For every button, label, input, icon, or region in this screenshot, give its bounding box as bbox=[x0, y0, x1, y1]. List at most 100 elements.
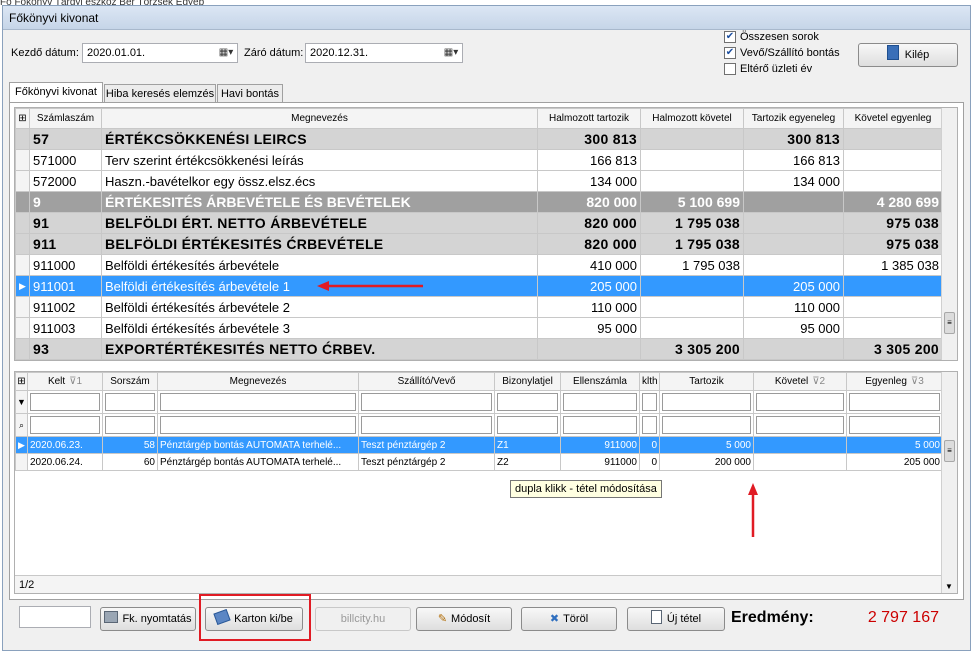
filter-cell[interactable] bbox=[157, 390, 359, 414]
karton-toggle-label: Karton ki/be bbox=[234, 613, 293, 625]
start-date-field[interactable]: 2020.01.01. ▦▾ bbox=[82, 43, 238, 63]
account-row[interactable]: 571000 Terv szerint értékcsökkenési leírá… bbox=[15, 149, 943, 171]
entry-date: 2020.06.24. bbox=[27, 453, 103, 471]
cum-credit bbox=[640, 296, 744, 318]
tab-monthly-split[interactable]: Havi bontás bbox=[217, 84, 283, 103]
account-code: 572000 bbox=[29, 170, 102, 192]
blank-input[interactable] bbox=[19, 606, 91, 628]
account-row[interactable]: 911003 Belföldi értékesítés árbevétele 39… bbox=[15, 317, 943, 339]
cum-credit: 1 795 038 bbox=[640, 254, 744, 276]
filter-cell[interactable] bbox=[27, 390, 103, 414]
search-cell[interactable] bbox=[753, 413, 847, 437]
debit-balance: 166 813 bbox=[743, 149, 844, 171]
entry-document-code: Z2 bbox=[494, 453, 561, 471]
account-row[interactable]: 9 ÉRTÉKESITÉS ÁRBEVÉTELE ÉS BEVÉTELEK 820 … bbox=[15, 191, 943, 213]
filter-cell[interactable] bbox=[659, 390, 754, 414]
search-cell[interactable] bbox=[157, 413, 359, 437]
col-header-detail[interactable]: Szállító/Vevő bbox=[358, 372, 495, 391]
col-header-detail[interactable]: Követel ⊽2 bbox=[753, 372, 847, 391]
col-header-detail[interactable]: Tartozik bbox=[659, 372, 754, 391]
accounts-scrollbar[interactable]: ≡ bbox=[941, 108, 957, 360]
entry-document-code: Z1 bbox=[494, 436, 561, 454]
new-document-icon bbox=[650, 610, 662, 624]
col-header-detail[interactable]: Megnevezés bbox=[157, 372, 359, 391]
total-rows-label: Összesen sorok bbox=[740, 31, 819, 43]
print-ledger-button[interactable]: Fk. nyomtatás bbox=[100, 607, 196, 631]
cum-credit: 1 795 038 bbox=[640, 233, 744, 255]
cum-credit bbox=[640, 149, 744, 171]
search-cell[interactable] bbox=[560, 413, 640, 437]
cum-credit: 3 305 200 bbox=[640, 338, 744, 360]
tab-ledger-summary[interactable]: Főkönyvi kivonat bbox=[9, 82, 103, 103]
search-cell[interactable] bbox=[27, 413, 103, 437]
col-header-credit-balance[interactable]: Követel egyenleg bbox=[843, 108, 943, 129]
col-header-debit-balance[interactable]: Tartozik egyeneleg bbox=[743, 108, 844, 129]
column-chooser-icon[interactable]: ⊞ bbox=[15, 372, 28, 391]
cum-debit bbox=[537, 338, 641, 360]
col-header-detail[interactable]: Egyenleg ⊽3 bbox=[846, 372, 943, 391]
account-row[interactable]: 911002 Belföldi értékesítés árbevétele 21… bbox=[15, 296, 943, 318]
print-ledger-label: Fk. nyomtatás bbox=[122, 613, 192, 625]
filter-cell[interactable] bbox=[102, 390, 158, 414]
col-header-detail[interactable]: klth bbox=[639, 372, 660, 391]
cum-debit: 820 000 bbox=[537, 233, 641, 255]
end-date-field[interactable]: 2020.12.31. ▦▾ bbox=[305, 43, 463, 63]
exit-button[interactable]: Kilép bbox=[858, 43, 958, 67]
different-fiscal-year-checkbox[interactable] bbox=[724, 63, 736, 75]
scroll-thumb[interactable]: ≡ bbox=[944, 440, 955, 462]
col-header-detail[interactable]: Sorszám bbox=[102, 372, 158, 391]
search-cell[interactable] bbox=[358, 413, 495, 437]
customer-supplier-split-checkbox[interactable]: ✔ bbox=[724, 47, 736, 59]
col-header-cum-debit[interactable]: Halmozott tartozik bbox=[537, 108, 641, 129]
filter-cell[interactable] bbox=[560, 390, 640, 414]
search-cell[interactable] bbox=[102, 413, 158, 437]
search-cell[interactable] bbox=[846, 413, 943, 437]
search-cell[interactable] bbox=[639, 413, 660, 437]
new-item-button[interactable]: Új tétel bbox=[627, 607, 725, 631]
filter-cell[interactable] bbox=[494, 390, 561, 414]
account-row[interactable]: ▶ 911001 Belföldi értékesítés árbevétele 1… bbox=[15, 275, 943, 297]
col-header-cum-credit[interactable]: Halmozott követel bbox=[640, 108, 744, 129]
modify-button[interactable]: ✎ Módosít bbox=[416, 607, 512, 631]
search-cell[interactable] bbox=[494, 413, 561, 437]
filter-cell[interactable] bbox=[639, 390, 660, 414]
account-row[interactable]: 57 ÉRTÉKCSÖKKENÉSI LEIRCS 300 813 300 813 bbox=[15, 128, 943, 150]
cum-debit: 820 000 bbox=[537, 212, 641, 234]
karton-toggle-button[interactable]: Karton ki/be bbox=[205, 607, 303, 631]
scroll-down-icon[interactable]: ▼ bbox=[945, 582, 953, 591]
filter-cell[interactable] bbox=[358, 390, 495, 414]
row-indicator bbox=[15, 128, 30, 150]
total-rows-checkbox[interactable]: ✔ bbox=[724, 31, 736, 43]
account-row[interactable]: 93 EXPORTÉRTÉKESITÉS NETTO ĆRBEV. 3 305 20… bbox=[15, 338, 943, 360]
entry-serial: 58 bbox=[102, 436, 158, 454]
col-header-detail[interactable]: Bizonylatjel bbox=[494, 372, 561, 391]
account-row[interactable]: 911000 Belföldi értékesítés árbevétele 410… bbox=[15, 254, 943, 276]
credit-balance: 975 038 bbox=[843, 212, 943, 234]
col-header-name[interactable]: Megnevezés bbox=[101, 108, 538, 129]
filter-icon: ▼ bbox=[15, 390, 28, 414]
detail-scrollbar[interactable]: ≡ ▼ bbox=[941, 372, 957, 593]
search-cell[interactable] bbox=[659, 413, 754, 437]
account-row[interactable]: 911 BELFÖLDI ÉRTÉKESITÉS ĆRBEVÉTELE 820 00… bbox=[15, 233, 943, 255]
scroll-thumb[interactable]: ≡ bbox=[944, 312, 955, 334]
account-code: 93 bbox=[29, 338, 102, 360]
col-header-detail[interactable]: Ellenszámla bbox=[560, 372, 640, 391]
filter-cell[interactable] bbox=[753, 390, 847, 414]
account-row[interactable]: 572000 Haszn.-bavételkor egy össz.elsz.éc… bbox=[15, 170, 943, 192]
col-header-detail[interactable]: Kelt ⊽1 bbox=[27, 372, 103, 391]
account-name: EXPORTÉRTÉKESITÉS NETTO ĆRBEV. bbox=[101, 338, 538, 360]
calendar-dropdown-icon[interactable]: ▦▾ bbox=[440, 44, 462, 62]
filter-cell[interactable] bbox=[846, 390, 943, 414]
col-header-account[interactable]: Számlaszám bbox=[29, 108, 102, 129]
col-header-label: Ellenszámla bbox=[573, 376, 627, 387]
cum-credit bbox=[640, 275, 744, 297]
tab-error-analysis[interactable]: Hiba keresés elemzés bbox=[104, 84, 216, 103]
account-code: 911002 bbox=[29, 296, 102, 318]
account-row[interactable]: 91 BELFÖLDI ÉRT. NETTO ÁRBEVÉTELE 820 000 1… bbox=[15, 212, 943, 234]
result-value: 2 797 167 bbox=[867, 609, 939, 626]
calendar-dropdown-icon[interactable]: ▦▾ bbox=[215, 44, 237, 62]
ledger-entry-row[interactable]: ▶ 2020.06.23. 58 Pénztárgép bontás AUTOMATA… bbox=[15, 436, 943, 454]
ledger-entry-row[interactable]: 2020.06.24. 60 Pénztárgép bontás AUTOMATA … bbox=[15, 453, 943, 471]
delete-button[interactable]: ✖ Töröl bbox=[521, 607, 617, 631]
column-chooser-icon[interactable]: ⊞ bbox=[15, 108, 30, 129]
